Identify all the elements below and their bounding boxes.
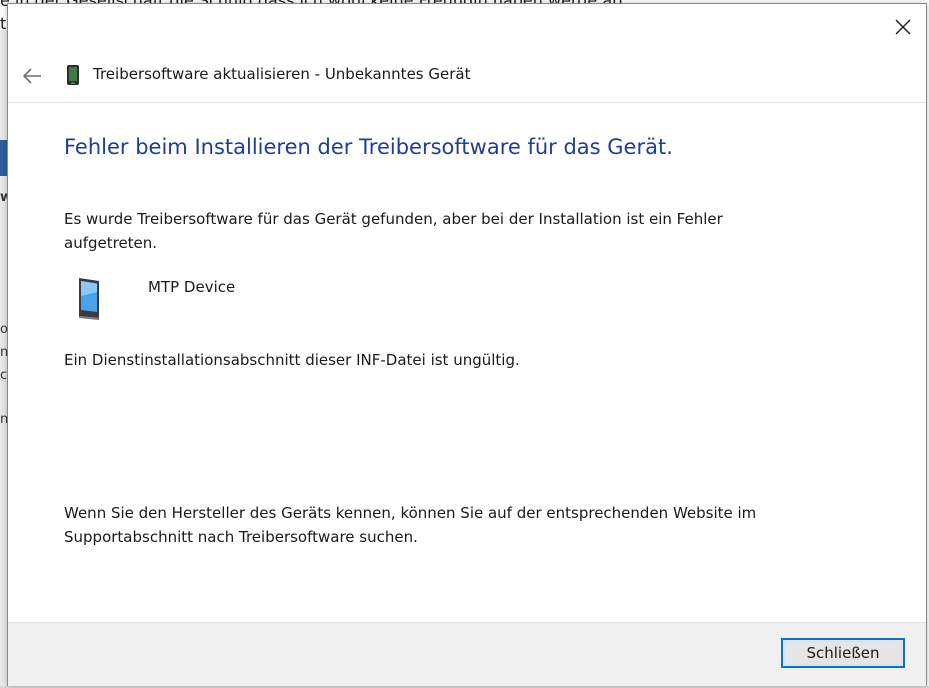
dialog-title: Treibersoftware aktualisieren - Unbekann… [93, 65, 471, 83]
dialog-header: Treibersoftware aktualisieren - Unbekann… [8, 50, 926, 103]
mobile-device-icon [79, 278, 99, 320]
driver-update-dialog: Treibersoftware aktualisieren - Unbekann… [7, 3, 927, 686]
close-icon [895, 19, 911, 35]
close-button-label: Schließen [806, 644, 880, 662]
close-window-button[interactable] [880, 4, 926, 50]
close-button[interactable]: Schließen [781, 638, 905, 668]
back-arrow-icon [22, 68, 41, 84]
error-message: Ein Dienstinstallationsabschnitt dieser … [64, 351, 520, 369]
support-hint: Wenn Sie den Hersteller des Geräts kenne… [64, 504, 757, 546]
dialog-footer: Schließen [8, 622, 926, 686]
error-heading: Fehler beim Installieren der Treibersoft… [64, 135, 673, 159]
device-name: MTP Device [148, 278, 236, 296]
device-icon [67, 65, 79, 85]
back-button[interactable] [16, 60, 48, 92]
error-description: Es wurde Treibersoftware für das Gerät g… [64, 210, 723, 252]
